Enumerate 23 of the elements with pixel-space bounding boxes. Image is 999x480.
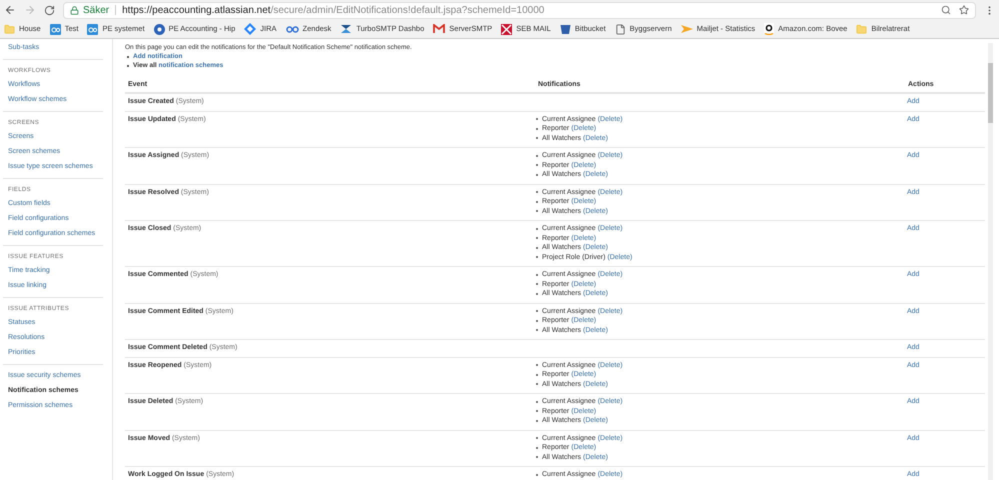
back-icon[interactable] — [4, 4, 16, 16]
star-icon[interactable] — [959, 5, 969, 15]
jira-icon — [244, 23, 256, 35]
mail-icon — [433, 24, 446, 34]
app-icon — [286, 24, 299, 34]
cross-icon — [501, 24, 512, 34]
app-icon — [50, 24, 61, 34]
reload-icon[interactable] — [44, 4, 55, 16]
search-icon[interactable] — [941, 5, 951, 15]
chat-icon — [154, 24, 165, 34]
folder-icon — [4, 24, 15, 34]
page-icon — [614, 24, 626, 34]
url-text: https://peaccounting.atlassian.net/secure/admin/EditNotifications!default.jspa?schemeId=10000 — [122, 4, 544, 18]
paper-plane-icon — [680, 24, 693, 34]
amazon-icon — [764, 23, 774, 35]
scrollbar[interactable] — [988, 43, 993, 480]
turbo-icon — [340, 23, 352, 35]
bucket-icon — [560, 24, 571, 34]
secure-label: Säker — [83, 4, 110, 18]
app-icon — [87, 24, 98, 34]
folder-icon — [856, 24, 868, 34]
address-bar[interactable]: Säker https://peaccounting.atlassian.net/secure/admin/EditNotifications!default.jspa?schemeId=10000 — [63, 2, 976, 18]
lock-icon — [70, 6, 79, 14]
